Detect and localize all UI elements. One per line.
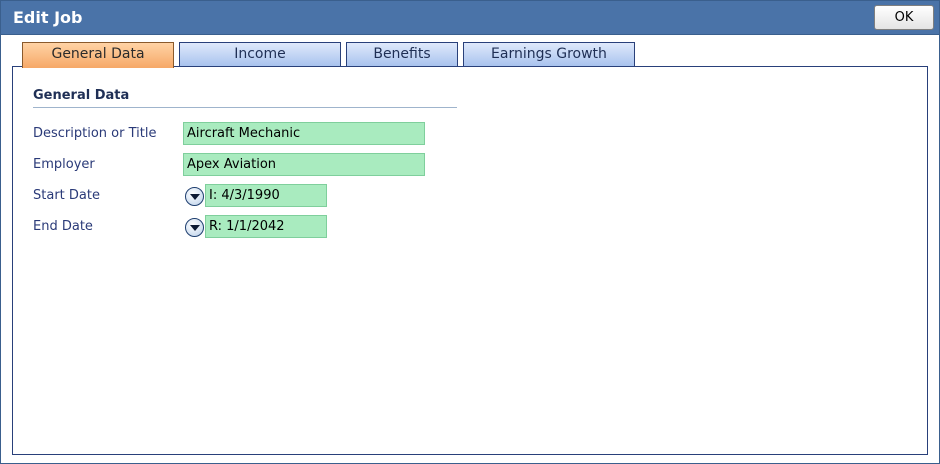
title-bar: Edit Job OK (1, 1, 939, 35)
start-date-field[interactable] (205, 184, 327, 207)
description-label: Description or Title (33, 126, 157, 141)
tab-benefits[interactable]: Benefits (346, 42, 458, 66)
chevron-down-icon[interactable] (185, 187, 204, 206)
section-divider (33, 107, 457, 108)
dialog-title: Edit Job (13, 8, 83, 27)
general-data-panel: General Data Description or Title Employ… (12, 66, 928, 455)
end-date-label: End Date (33, 219, 93, 234)
section-title: General Data (33, 88, 130, 103)
tab-general-data[interactable]: General Data (22, 42, 174, 68)
ok-button[interactable]: OK (874, 5, 934, 30)
description-field[interactable] (183, 122, 425, 145)
end-date-field[interactable] (205, 215, 327, 238)
edit-job-dialog: Edit Job OK General Data Income Benefits… (0, 0, 940, 464)
tab-income[interactable]: Income (179, 42, 341, 66)
start-date-label: Start Date (33, 188, 100, 203)
employer-label: Employer (33, 157, 95, 172)
employer-field[interactable] (183, 153, 425, 176)
tab-earnings-growth[interactable]: Earnings Growth (463, 42, 635, 66)
chevron-down-icon[interactable] (185, 218, 204, 237)
